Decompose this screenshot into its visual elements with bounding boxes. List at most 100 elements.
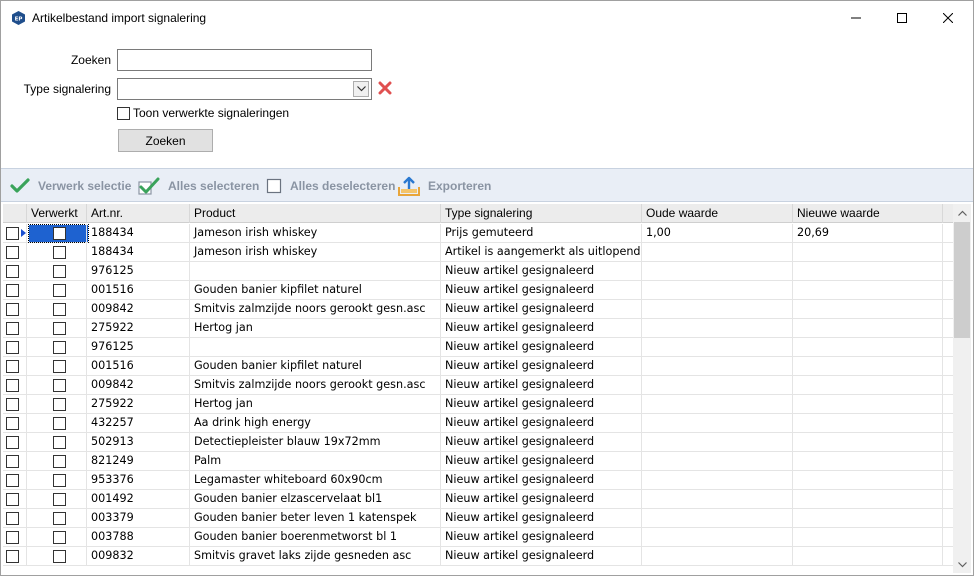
type-signalering-cell[interactable]: Nieuw artikel gesignaleerd: [441, 281, 642, 300]
nieuwe-waarde-cell[interactable]: [793, 338, 943, 357]
deselect-all-button[interactable]: Alles deselecteren: [266, 169, 395, 202]
nieuwe-waarde-cell[interactable]: [793, 414, 943, 433]
oude-waarde-cell[interactable]: [642, 300, 793, 319]
oude-waarde-cell[interactable]: [642, 414, 793, 433]
verwerkt-checkbox[interactable]: [53, 398, 66, 411]
product-cell[interactable]: Gouden banier beter leven 1 katenspek: [190, 509, 441, 528]
artnr-cell[interactable]: 432257: [87, 414, 190, 433]
artnr-cell[interactable]: 001492: [87, 490, 190, 509]
row-select-checkbox[interactable]: [6, 265, 19, 278]
oude-waarde-cell[interactable]: [642, 452, 793, 471]
verwerkt-checkbox[interactable]: [53, 322, 66, 335]
type-signalering-cell[interactable]: Nieuw artikel gesignaleerd: [441, 471, 642, 490]
search-button[interactable]: Zoeken: [118, 129, 213, 152]
close-button[interactable]: [925, 1, 971, 34]
row-select-checkbox[interactable]: [6, 227, 19, 240]
product-cell[interactable]: Gouden banier kipfilet naturel: [190, 281, 441, 300]
column-header-nieuwe-waarde[interactable]: Nieuwe waarde: [793, 204, 943, 223]
product-cell[interactable]: [190, 262, 441, 281]
row-select-checkbox[interactable]: [6, 436, 19, 449]
nieuwe-waarde-cell[interactable]: [793, 528, 943, 547]
product-cell[interactable]: Gouden banier boerenmetworst bl 1: [190, 528, 441, 547]
artnr-cell[interactable]: 188434: [87, 224, 190, 243]
column-header-verwerkt[interactable]: Verwerkt: [27, 204, 87, 223]
row-select-cell[interactable]: [3, 376, 27, 395]
nieuwe-waarde-cell[interactable]: [793, 471, 943, 490]
oude-waarde-cell[interactable]: [642, 471, 793, 490]
artnr-cell[interactable]: 009842: [87, 376, 190, 395]
table-row[interactable]: 001516 Gouden banier kipfilet naturel Nieu…: [3, 281, 953, 300]
table-row[interactable]: 502913 Detectiepleister blauw 19x72mm Nieu…: [3, 433, 953, 452]
row-select-cell[interactable]: [3, 547, 27, 566]
row-select-cell[interactable]: [3, 262, 27, 281]
table-row[interactable]: 188434 Jameson irish whiskey Artikel is aa…: [3, 243, 953, 262]
type-signalering-cell[interactable]: Nieuw artikel gesignaleerd: [441, 319, 642, 338]
product-cell[interactable]: Hertog jan: [190, 395, 441, 414]
table-row[interactable]: 976125 Nieuw artikel gesignaleerd: [3, 338, 953, 357]
nieuwe-waarde-cell[interactable]: [793, 490, 943, 509]
row-select-checkbox[interactable]: [6, 246, 19, 259]
table-row[interactable]: 009832 Smitvis gravet laks zijde gesneden…: [3, 547, 953, 566]
table-row[interactable]: 009842 Smitvis zalmzijde noors gerookt ge…: [3, 376, 953, 395]
row-select-checkbox[interactable]: [6, 550, 19, 563]
show-processed-label[interactable]: Toon verwerkte signaleringen: [133, 106, 289, 120]
table-row[interactable]: 001516 Gouden banier kipfilet naturel Nieu…: [3, 357, 953, 376]
product-cell[interactable]: Smitvis gravet laks zijde gesneden asc: [190, 547, 441, 566]
type-signalering-cell[interactable]: Prijs gemuteerd: [441, 224, 642, 243]
nieuwe-waarde-cell[interactable]: [793, 243, 943, 262]
row-select-checkbox[interactable]: [6, 474, 19, 487]
row-select-checkbox[interactable]: [6, 341, 19, 354]
artnr-cell[interactable]: 953376: [87, 471, 190, 490]
row-select-cell[interactable]: [3, 357, 27, 376]
verwerkt-checkbox[interactable]: [53, 227, 66, 240]
product-cell[interactable]: Legamaster whiteboard 60x90cm: [190, 471, 441, 490]
artnr-cell[interactable]: 275922: [87, 319, 190, 338]
artnr-cell[interactable]: 821249: [87, 452, 190, 471]
column-header-artnr[interactable]: Art.nr.: [87, 204, 190, 223]
nieuwe-waarde-cell[interactable]: [793, 357, 943, 376]
nieuwe-waarde-cell[interactable]: 20,69: [793, 224, 943, 243]
row-select-cell[interactable]: [3, 528, 27, 547]
nieuwe-waarde-cell[interactable]: [793, 376, 943, 395]
table-row[interactable]: 188434 Jameson irish whiskey Prijs gemutee…: [3, 224, 953, 243]
artnr-cell[interactable]: 003379: [87, 509, 190, 528]
table-row[interactable]: 953376 Legamaster whiteboard 60x90cm Nieuw…: [3, 471, 953, 490]
nieuwe-waarde-cell[interactable]: [793, 262, 943, 281]
verwerkt-checkbox[interactable]: [53, 531, 66, 544]
oude-waarde-cell[interactable]: [642, 262, 793, 281]
search-input[interactable]: [117, 49, 372, 71]
row-select-checkbox[interactable]: [6, 493, 19, 506]
row-select-cell[interactable]: [3, 281, 27, 300]
nieuwe-waarde-cell[interactable]: [793, 452, 943, 471]
row-select-checkbox[interactable]: [6, 455, 19, 468]
verwerkt-checkbox[interactable]: [53, 379, 66, 392]
type-signalering-select[interactable]: [117, 78, 372, 100]
product-cell[interactable]: Jameson irish whiskey: [190, 243, 441, 262]
type-signalering-cell[interactable]: Nieuw artikel gesignaleerd: [441, 376, 642, 395]
dropdown-button[interactable]: [353, 81, 369, 97]
type-signalering-cell[interactable]: Nieuw artikel gesignaleerd: [441, 262, 642, 281]
row-select-checkbox[interactable]: [6, 360, 19, 373]
row-select-checkbox[interactable]: [6, 512, 19, 525]
product-cell[interactable]: Smitvis zalmzijde noors gerookt gesn.asc: [190, 376, 441, 395]
maximize-button[interactable]: [879, 1, 925, 34]
artnr-cell[interactable]: 976125: [87, 338, 190, 357]
row-select-cell[interactable]: [3, 300, 27, 319]
oude-waarde-cell[interactable]: [642, 528, 793, 547]
verwerkt-checkbox[interactable]: [53, 341, 66, 354]
artnr-cell[interactable]: 001516: [87, 281, 190, 300]
table-row[interactable]: 003788 Gouden banier boerenmetworst bl 1N…: [3, 528, 953, 547]
oude-waarde-cell[interactable]: [642, 547, 793, 566]
type-signalering-cell[interactable]: Nieuw artikel gesignaleerd: [441, 300, 642, 319]
oude-waarde-cell[interactable]: [642, 357, 793, 376]
row-select-cell[interactable]: [3, 433, 27, 452]
oude-waarde-cell[interactable]: [642, 281, 793, 300]
nieuwe-waarde-cell[interactable]: [793, 395, 943, 414]
type-signalering-cell[interactable]: Nieuw artikel gesignaleerd: [441, 452, 642, 471]
oude-waarde-cell[interactable]: [642, 433, 793, 452]
nieuwe-waarde-cell[interactable]: [793, 281, 943, 300]
table-row[interactable]: 003379 Gouden banier beter leven 1 katens…: [3, 509, 953, 528]
table-row[interactable]: 432257 Aa drink high energy Nieuw artikel …: [3, 414, 953, 433]
product-cell[interactable]: Palm: [190, 452, 441, 471]
scrollbar-thumb[interactable]: [954, 222, 970, 338]
